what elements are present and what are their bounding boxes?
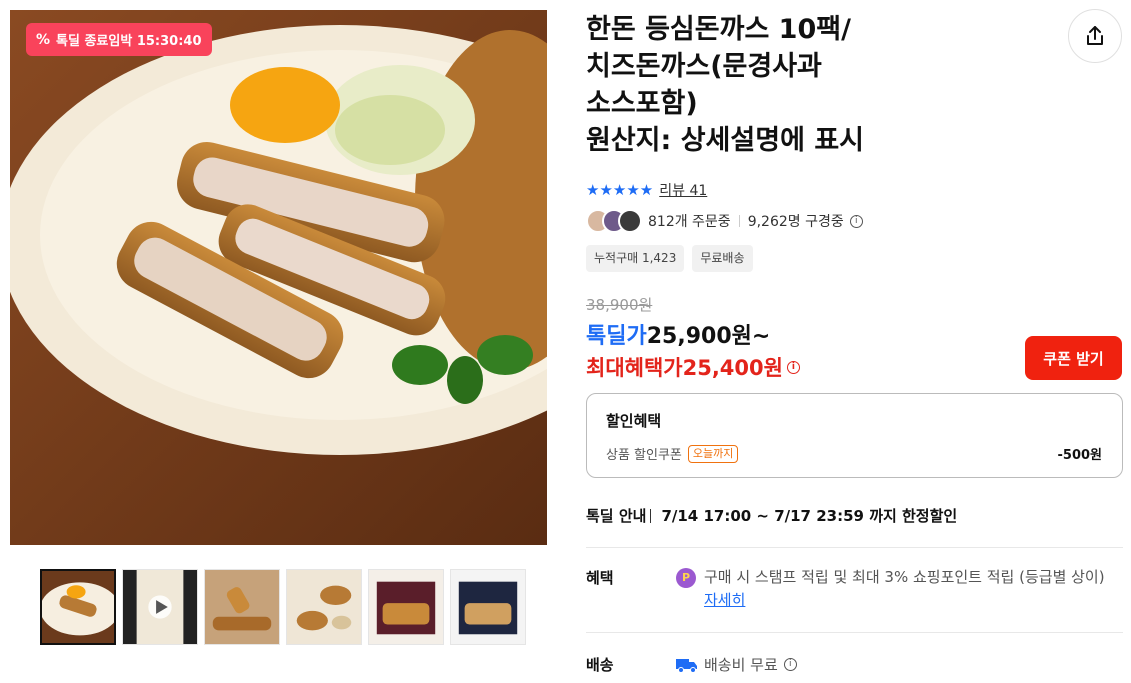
deal-price-label: 톡딜가	[586, 324, 647, 349]
avatar	[618, 209, 642, 233]
stats-row: 812개 주문중 9,262명 구경중 i	[586, 209, 863, 233]
info-icon[interactable]: i	[783, 658, 797, 671]
discount-box: 할인혜택 상품 할인쿠폰 오늘까지 -500원	[586, 393, 1123, 478]
tag-cumulative-purchase: 누적구매 1,423	[586, 245, 685, 272]
deal-ending-text: 톡딜 종료임박 15:30:40	[56, 34, 202, 49]
thumbnail-2-video[interactable]	[122, 569, 198, 645]
benefit-text: 구매 시 스탬프 적립 및 최대 3% 쇼핑포인트 적립 (등급별 상이)	[704, 568, 1105, 586]
deal-price: 톡딜가25,900원~	[586, 318, 770, 350]
max-benefit-price: 최대혜택가25,400원 i	[586, 352, 800, 382]
thumbnail-4[interactable]	[286, 569, 362, 645]
benefit-detail-link[interactable]: 자세히	[704, 591, 745, 609]
benefit-text-wrap: 구매 시 스탬프 적립 및 최대 3% 쇼핑포인트 적립 (등급별 상이) 자세…	[704, 566, 1106, 612]
tag-list: 누적구매 1,423 무료배송	[586, 245, 753, 272]
discount-heading: 할인혜택	[606, 412, 662, 430]
coupon-button[interactable]: 쿠폰 받기	[1025, 336, 1122, 380]
viewer-count: 9,262명 구경중	[747, 214, 844, 230]
buyer-avatars	[586, 209, 642, 233]
thumbnail-1[interactable]	[40, 569, 116, 645]
divider	[650, 508, 652, 523]
deal-ending-badge: % 톡딜 종료임박 15:30:40	[26, 23, 212, 56]
deal-guide: 톡딜 안내 7/14 17:00 ~ 7/17 23:59 까지 한정할인	[586, 505, 957, 526]
discount-amount: -500원	[1057, 448, 1103, 463]
max-price-label: 최대혜택가	[586, 356, 683, 380]
divider	[738, 215, 740, 227]
point-icon: P	[676, 568, 696, 588]
thumbnail-5-package[interactable]	[368, 569, 444, 645]
max-price-value: 25,400원	[682, 356, 783, 380]
original-price: 38,900원	[586, 296, 653, 314]
review-link[interactable]: 리뷰 41	[659, 180, 707, 200]
info-icon[interactable]: i	[786, 360, 800, 374]
today-only-chip: 오늘까지	[687, 444, 739, 463]
benefit-row: P 구매 시 스탬프 적립 및 최대 3% 쇼핑포인트 적립 (등급별 상이) …	[676, 566, 1106, 612]
shipping-row: 배송비 무료 i	[676, 654, 797, 675]
discount-row: 상품 할인쿠폰 오늘까지	[606, 444, 739, 463]
thumbnail-strip	[40, 569, 526, 645]
tag-free-shipping: 무료배송	[692, 245, 753, 272]
thumbnail-6-package[interactable]	[450, 569, 526, 645]
deal-price-value: 25,900원~	[646, 324, 771, 349]
shipping-label: 배송	[586, 656, 614, 674]
share-button[interactable]	[1068, 9, 1122, 63]
product-title: 한돈 등심돈까스 10팩/ 치즈돈까스(문경사과 소스포함) 원산지: 상세설명…	[586, 14, 864, 156]
share-icon	[1087, 26, 1103, 45]
discount-item-label: 상품 할인쿠폰	[606, 448, 682, 463]
benefit-label: 혜택	[586, 569, 614, 587]
divider	[586, 547, 1123, 548]
info-icon[interactable]: i	[849, 214, 863, 228]
deal-guide-period: 7/14 17:00 ~ 7/17 23:59 까지 한정할인	[661, 507, 958, 525]
rating-row: ★★★★★ 리뷰 41	[586, 180, 707, 200]
truck-icon	[676, 658, 697, 673]
star-rating-icon: ★★★★★	[586, 181, 654, 199]
order-count: 812개 주문중	[648, 214, 731, 230]
shipping-text: 배송비 무료	[704, 656, 778, 674]
deal-guide-label: 톡딜 안내	[586, 507, 647, 525]
percent-icon: %	[36, 31, 51, 48]
main-product-image	[10, 10, 547, 545]
divider	[586, 632, 1123, 633]
thumbnail-3[interactable]	[204, 569, 280, 645]
